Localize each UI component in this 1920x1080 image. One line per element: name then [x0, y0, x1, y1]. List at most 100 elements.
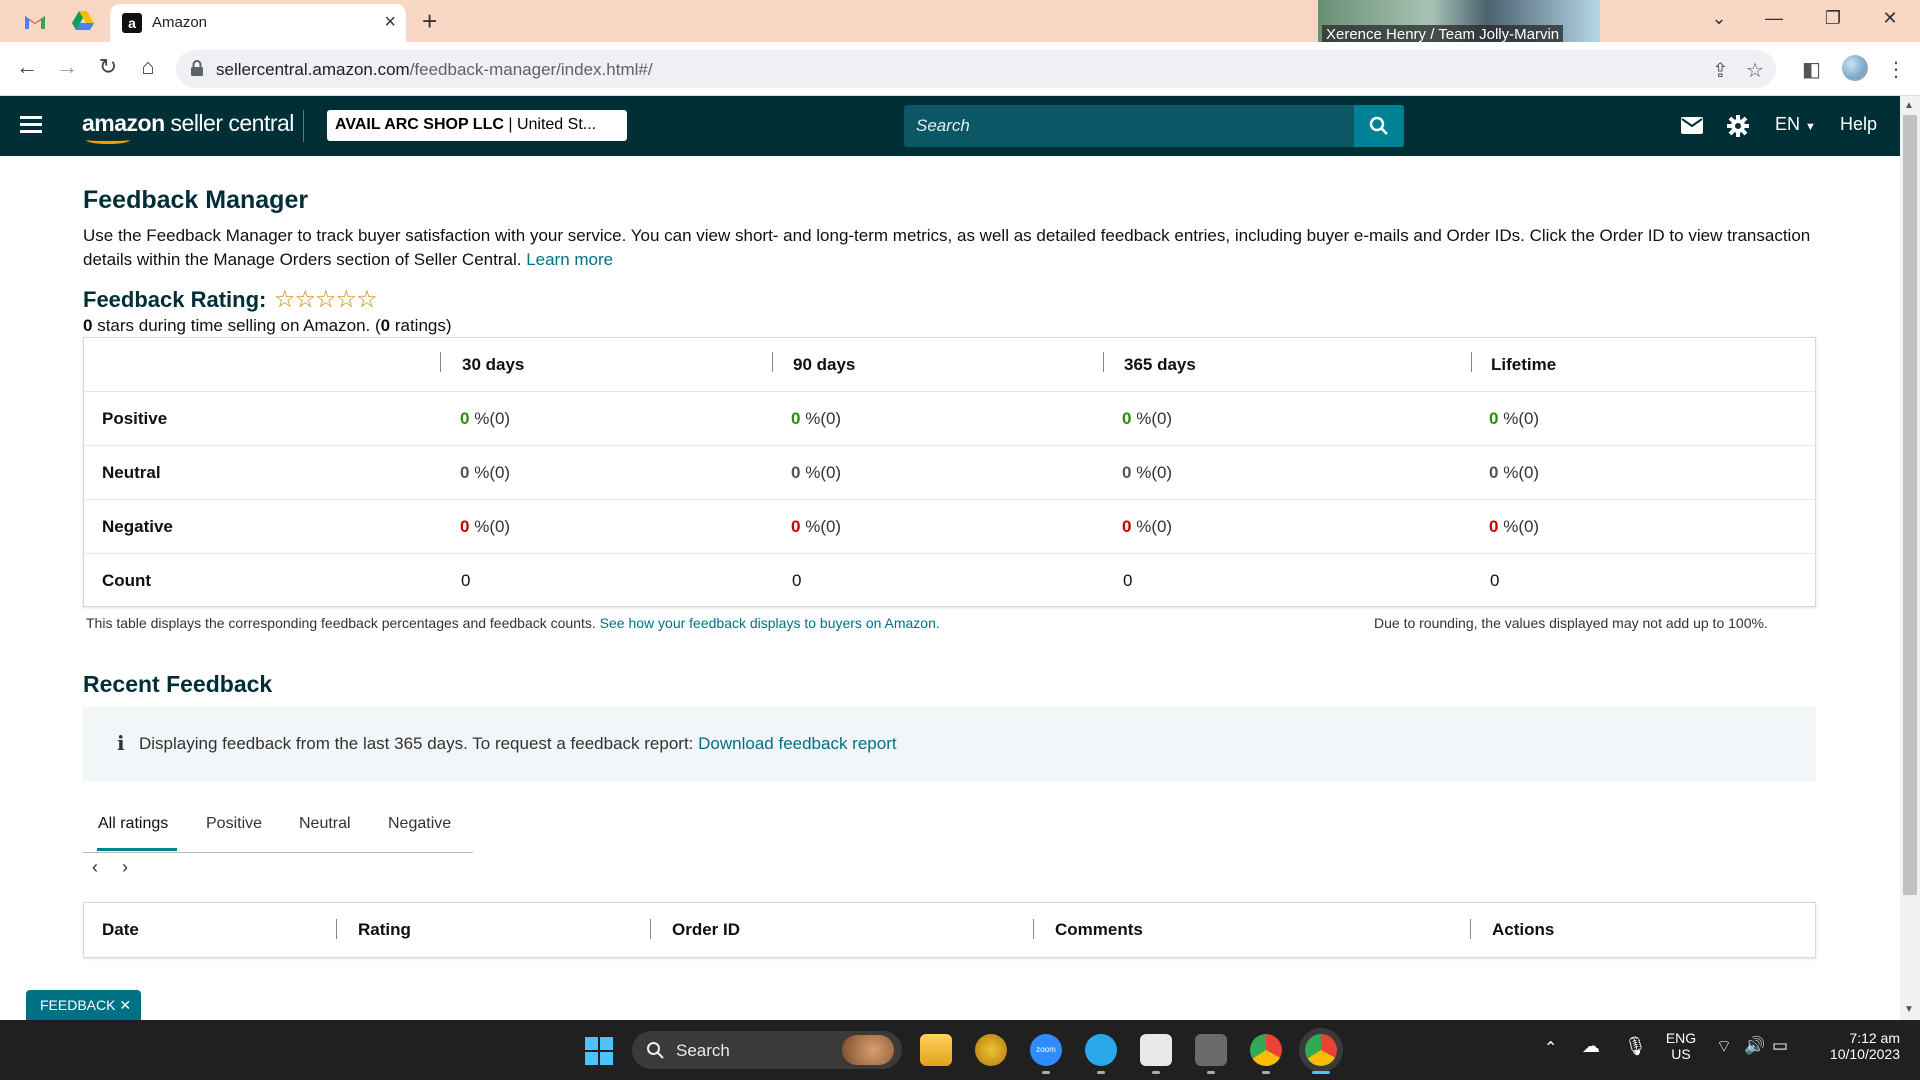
- info-icon: i: [117, 731, 125, 755]
- help-link[interactable]: Help: [1840, 114, 1877, 135]
- column-header-comments[interactable]: Comments: [1055, 920, 1143, 940]
- column-header-30-days: 30 days: [462, 355, 525, 374]
- seller-central-header: amazon seller central AVAIL ARC SHOP LLC…: [0, 96, 1900, 156]
- gmail-pinned-tab[interactable]: [22, 8, 48, 34]
- mail-icon[interactable]: [1681, 117, 1703, 134]
- feedback-display-link[interactable]: See how your feedback displays to buyers…: [600, 615, 940, 631]
- tab-negative[interactable]: Negative: [388, 815, 451, 833]
- chevron-up-icon[interactable]: ⌃: [1544, 1038, 1557, 1058]
- column-header-rating[interactable]: Rating: [358, 920, 411, 940]
- chevron-left-icon[interactable]: ‹: [92, 857, 98, 878]
- row-label: Positive: [102, 409, 168, 428]
- minimize-button[interactable]: —: [1759, 8, 1789, 29]
- chrome-active-icon[interactable]: [1305, 1034, 1337, 1066]
- neutral-30-days: 0 %(0): [460, 463, 511, 482]
- profile-avatar[interactable]: [1842, 55, 1868, 81]
- table-row-count: Count 0 0 0 0: [84, 554, 1815, 608]
- count-365-days: 0: [1123, 571, 1133, 590]
- onedrive-icon[interactable]: ☁: [1582, 1036, 1600, 1057]
- negative-90-days: 0 %(0): [791, 517, 842, 536]
- column-header-date[interactable]: Date: [102, 920, 139, 940]
- feedback-button[interactable]: FEEDBACK ✕: [26, 990, 141, 1020]
- home-button[interactable]: ⌂: [133, 54, 163, 80]
- page-title: Feedback Manager: [83, 186, 309, 214]
- share-icon[interactable]: ⇪: [1712, 58, 1729, 83]
- column-divider: [1470, 919, 1471, 939]
- zoom-icon[interactable]: zoom: [1030, 1034, 1062, 1066]
- chrome-icon[interactable]: [1250, 1034, 1282, 1066]
- input-language[interactable]: ENG US: [1664, 1030, 1698, 1062]
- search-input[interactable]: [904, 105, 1354, 147]
- row-label: Neutral: [102, 463, 161, 482]
- table-row-neutral: Neutral 0 %(0) 0 %(0) 0 %(0) 0 %(0): [84, 446, 1815, 500]
- hamburger-menu-icon[interactable]: [20, 116, 42, 134]
- feedback-metrics-table: 30 days 90 days 365 days Lifetime Positi…: [83, 337, 1816, 607]
- snipping-tool-icon[interactable]: [1140, 1034, 1172, 1066]
- scroll-up-icon[interactable]: ▲: [1904, 100, 1914, 111]
- tab-all-ratings[interactable]: All ratings: [98, 815, 168, 833]
- tab-neutral[interactable]: Neutral: [299, 815, 351, 833]
- lock-icon: [191, 60, 203, 76]
- neutral-lifetime: 0 %(0): [1489, 463, 1540, 482]
- calculator-icon[interactable]: [1195, 1034, 1227, 1066]
- tab-title: Amazon: [152, 14, 208, 31]
- google-drive-icon: [72, 11, 94, 30]
- column-header-90-days: 90 days: [793, 355, 856, 374]
- scrollbar-thumb[interactable]: [1903, 115, 1917, 895]
- row-label: Count: [102, 571, 152, 590]
- microphone-icon[interactable]: 🎙: [1624, 1036, 1647, 1057]
- active-tab[interactable]: a Amazon ×: [110, 4, 406, 42]
- negative-30-days: 0 %(0): [460, 517, 511, 536]
- close-window-button[interactable]: ✕: [1875, 8, 1905, 29]
- info-text: Displaying feedback from the last 365 da…: [139, 734, 897, 753]
- taskbar-search-label: Search: [676, 1041, 730, 1060]
- seller-central-logo[interactable]: amazon seller central: [82, 110, 294, 137]
- language-selector[interactable]: EN ▼: [1775, 114, 1816, 135]
- browser-menu-icon[interactable]: ⋮: [1886, 57, 1906, 82]
- learn-more-link[interactable]: Learn more: [526, 250, 613, 269]
- intro-text: Use the Feedback Manager to track buyer …: [83, 226, 1811, 269]
- search-icon: [1369, 116, 1388, 135]
- amazon-smile-icon: [86, 136, 130, 144]
- bookmark-star-icon[interactable]: ☆: [1746, 58, 1764, 83]
- column-header-actions[interactable]: Actions: [1492, 920, 1554, 940]
- column-divider: [1103, 352, 1104, 372]
- side-panel-icon[interactable]: ◧: [1802, 57, 1821, 82]
- forward-button[interactable]: →: [52, 54, 82, 80]
- download-feedback-report-link[interactable]: Download feedback report: [698, 734, 896, 753]
- recent-feedback-table: Date Rating Order ID Comments Actions: [83, 902, 1816, 958]
- column-header-lifetime: Lifetime: [1491, 355, 1557, 374]
- tab-positive[interactable]: Positive: [206, 815, 262, 833]
- column-divider: [440, 352, 441, 372]
- chevron-right-icon[interactable]: ›: [122, 857, 128, 878]
- negative-365-days: 0 %(0): [1122, 517, 1173, 536]
- taskbar-search[interactable]: Search: [632, 1031, 902, 1069]
- game-app-icon[interactable]: [975, 1034, 1007, 1066]
- scroll-down-icon[interactable]: ▼: [1904, 1004, 1914, 1015]
- clock[interactable]: 7:12 am 10/10/2023: [1810, 1030, 1900, 1062]
- reload-button[interactable]: ↻: [93, 54, 123, 80]
- volume-icon[interactable]: 🔊: [1744, 1036, 1765, 1056]
- google-drive-pinned-tab[interactable]: [70, 8, 96, 34]
- positive-30-days: 0 %(0): [460, 409, 511, 428]
- wifi-icon[interactable]: ⌔: [1716, 1036, 1732, 1057]
- browser-toolbar: ← → ↻ ⌂ sellercentral.amazon.com/feedbac…: [0, 42, 1920, 96]
- neutral-90-days: 0 %(0): [791, 463, 842, 482]
- telegram-icon[interactable]: [1085, 1034, 1117, 1066]
- battery-icon[interactable]: ▭: [1772, 1036, 1788, 1056]
- restore-button[interactable]: ❐: [1818, 8, 1848, 29]
- address-bar[interactable]: sellercentral.amazon.com/feedback-manage…: [176, 50, 1776, 88]
- gmail-icon: [25, 15, 45, 29]
- new-tab-button[interactable]: +: [422, 6, 437, 37]
- search-button[interactable]: [1354, 105, 1404, 147]
- tab-search-chevron-icon[interactable]: ⌄: [1704, 8, 1734, 29]
- tab-close-icon[interactable]: ×: [384, 11, 396, 34]
- store-selector[interactable]: AVAIL ARC SHOP LLC | United St...: [327, 110, 627, 141]
- back-button[interactable]: ←: [12, 54, 42, 80]
- file-explorer-icon[interactable]: [920, 1034, 952, 1066]
- windows-start-icon[interactable]: [585, 1037, 613, 1065]
- column-header-order-id[interactable]: Order ID: [672, 920, 740, 940]
- caret-down-icon: ▼: [1805, 121, 1816, 133]
- search-highlight-image: [842, 1035, 894, 1065]
- gear-icon[interactable]: [1727, 115, 1749, 137]
